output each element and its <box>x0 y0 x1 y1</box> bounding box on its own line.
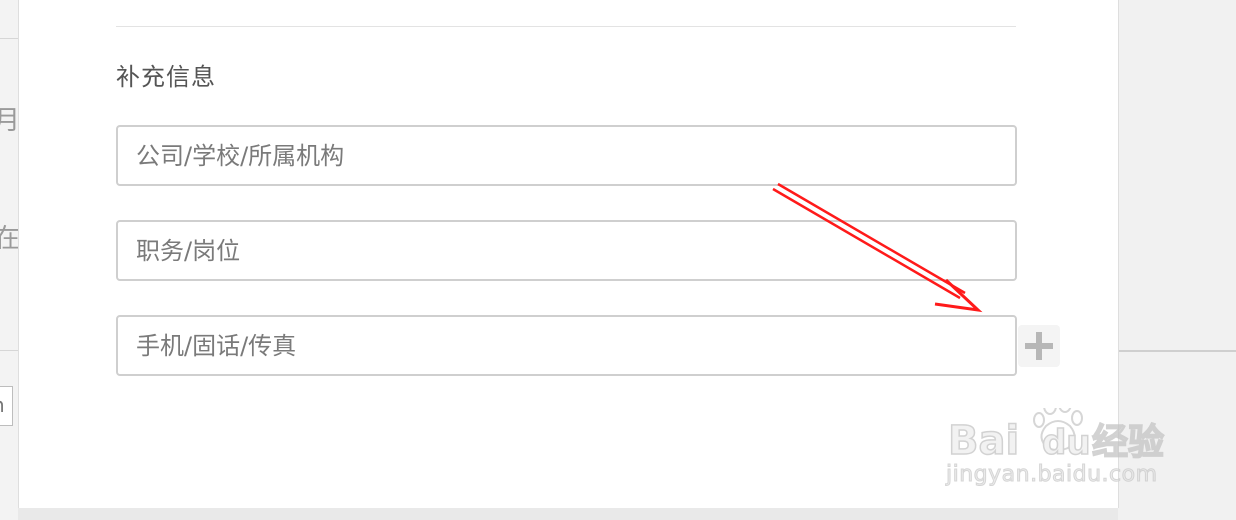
background-text-fragment: 月 <box>0 106 21 136</box>
background-page-left: 月 在 n <box>0 0 21 520</box>
organization-field-wrapper <box>116 125 1017 186</box>
section-title: 补充信息 <box>116 63 216 91</box>
watermark-url: jingyan.baidu.com <box>946 462 1158 488</box>
baidu-logo-icon: Bai du 经验 <box>947 408 1165 460</box>
plus-icon <box>1025 332 1053 360</box>
section-divider <box>116 26 1016 27</box>
watermark-logo-text: Bai <box>948 418 1019 460</box>
add-phone-button[interactable] <box>1018 325 1060 367</box>
background-divider <box>1118 350 1236 352</box>
annotation-arrow-icon <box>772 182 983 313</box>
background-input-fragment: n <box>0 386 13 426</box>
background-divider <box>0 38 18 39</box>
phone-field-wrapper <box>116 315 1017 376</box>
svg-text:经验: 经验 <box>1092 422 1164 460</box>
phone-input[interactable] <box>118 317 1015 374</box>
organization-input[interactable] <box>118 127 1015 184</box>
panel-footer-bar <box>18 508 1118 520</box>
svg-text:du: du <box>1042 423 1091 460</box>
background-divider <box>0 350 18 351</box>
background-text-fragment: 在 <box>0 224 21 254</box>
baidu-jingyan-watermark: Bai du 经验 jingyan.baidu.com <box>946 392 1176 502</box>
background-text-fragment: n <box>0 393 5 417</box>
